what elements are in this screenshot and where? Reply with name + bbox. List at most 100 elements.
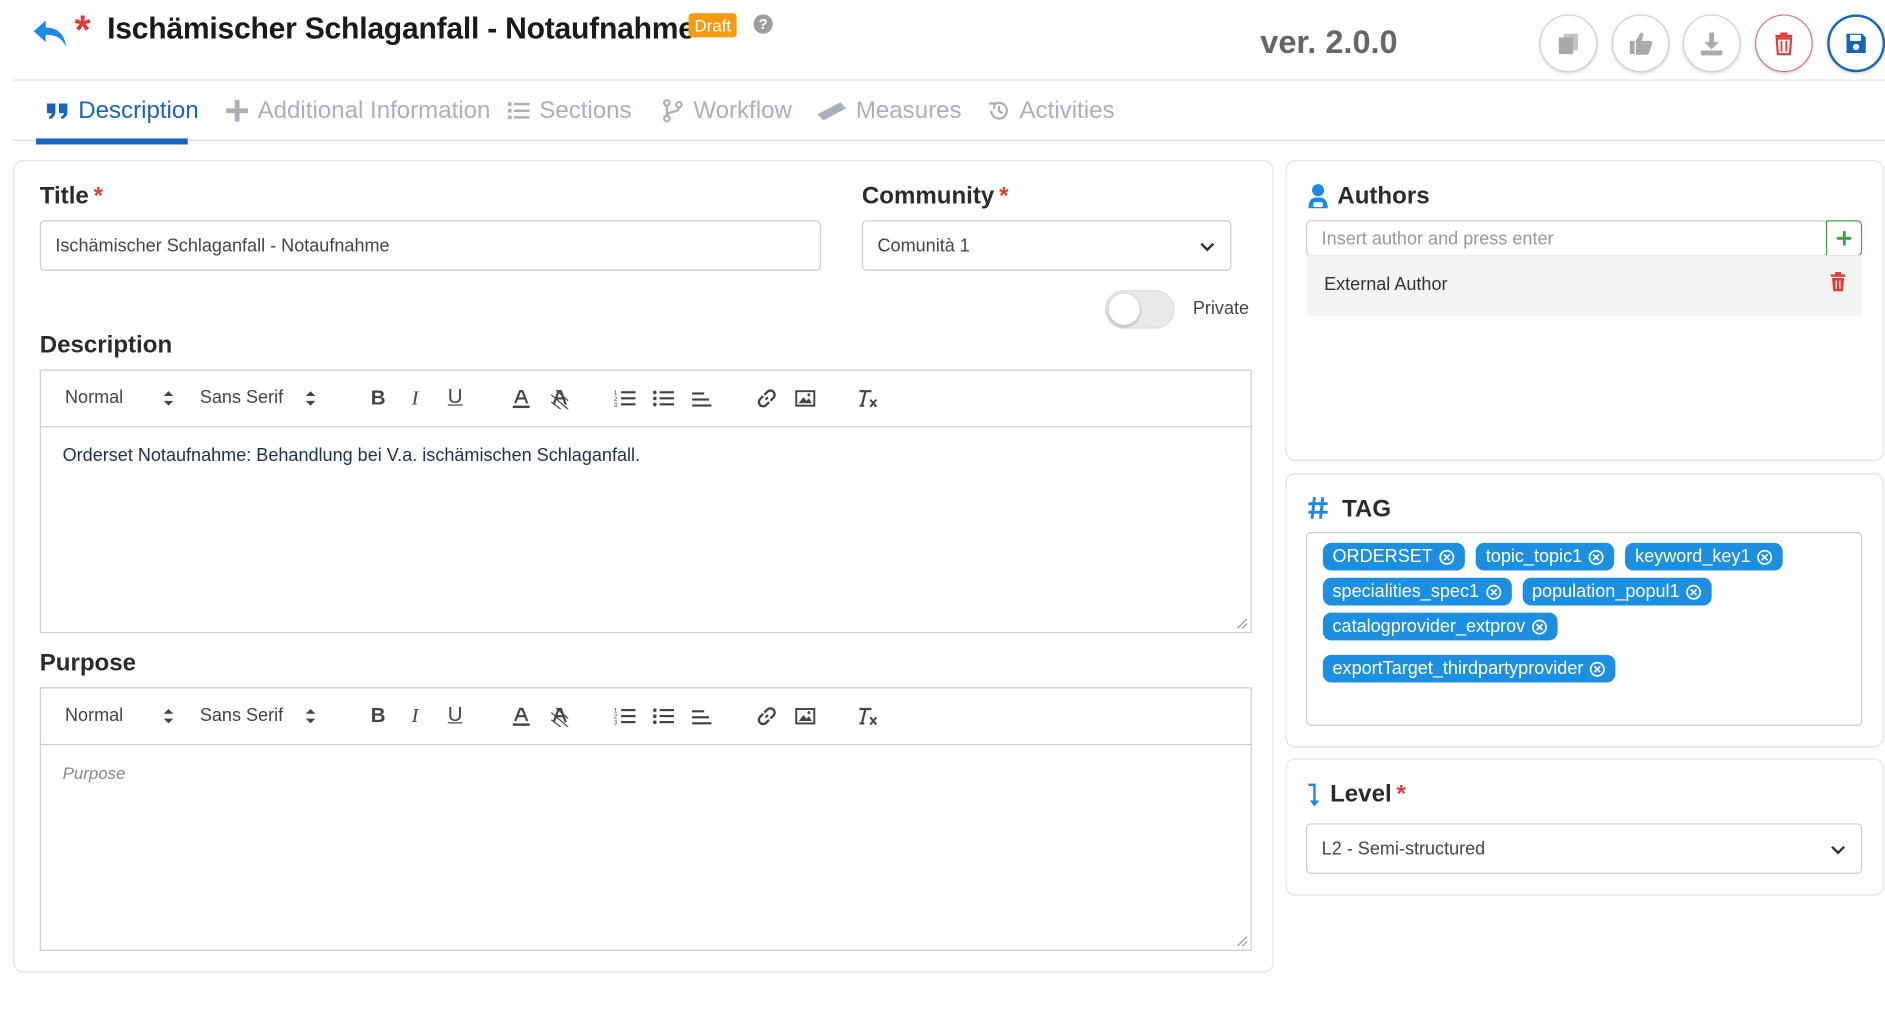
trash-icon[interactable]	[1830, 272, 1847, 292]
tab-measures[interactable]: Measures	[816, 94, 962, 128]
tag-chip[interactable]: keyword_key1	[1625, 542, 1784, 571]
bold-button[interactable]: B	[371, 386, 386, 410]
remove-circle-icon[interactable]	[1485, 583, 1502, 600]
clear-format-icon[interactable]	[857, 388, 879, 410]
tab-sections[interactable]: Sections	[507, 94, 632, 128]
community-select[interactable]: Comunità 1	[861, 220, 1232, 271]
tag-chip[interactable]: ORDERSET	[1322, 542, 1466, 571]
text-color-icon[interactable]	[510, 705, 532, 727]
tab-label: Workflow	[693, 96, 792, 124]
ordered-list-icon[interactable]: 123	[614, 705, 636, 727]
download-icon	[1700, 32, 1723, 56]
plus-icon	[1836, 231, 1852, 246]
ordered-list-icon[interactable]: 123	[614, 388, 636, 410]
tab-workflow[interactable]: Workflow	[661, 94, 792, 128]
resize-grip-icon[interactable]	[1236, 935, 1248, 947]
hashtag-icon	[1308, 496, 1328, 519]
tag-chip[interactable]: exportTarget_thirdpartyprovider	[1322, 654, 1616, 683]
font-select[interactable]: Sans Serif	[200, 388, 317, 408]
image-icon[interactable]	[794, 388, 816, 410]
tab-description[interactable]: Description	[46, 94, 199, 128]
required-asterisk: *	[1396, 781, 1406, 808]
sort-icon	[164, 708, 174, 723]
community-label: Community *	[861, 182, 1009, 210]
remove-circle-icon[interactable]	[1588, 548, 1605, 565]
description-editor[interactable]: Normal Sans Serif B I U 123 Orderset Not…	[39, 369, 1252, 634]
tag-label: TAG	[1342, 495, 1392, 523]
private-toggle[interactable]	[1104, 290, 1175, 329]
align-icon[interactable]	[691, 388, 713, 410]
link-icon[interactable]	[756, 388, 778, 410]
remove-circle-icon[interactable]	[1531, 618, 1548, 635]
font-label: Sans Serif	[199, 705, 284, 726]
user-icon	[1308, 184, 1328, 209]
plus-icon	[226, 99, 248, 122]
history-icon	[988, 101, 1008, 120]
tag-text: exportTarget_thirdpartyprovider	[1332, 658, 1584, 679]
underline-button[interactable]: U	[448, 703, 463, 727]
clear-format-icon[interactable]	[857, 705, 879, 727]
remove-circle-icon[interactable]	[1757, 548, 1774, 565]
branch-icon	[662, 99, 683, 123]
download-button[interactable]	[1682, 14, 1741, 73]
author-name: External Author	[1324, 274, 1448, 295]
title-input[interactable]: Ischämischer Schlaganfall - Notaufnahme	[39, 220, 821, 271]
sort-icon	[305, 708, 316, 723]
save-button[interactable]	[1827, 14, 1885, 73]
tag-text: population_popul1	[1532, 581, 1680, 602]
tab-additional-information[interactable]: Additional Information	[225, 94, 490, 128]
remove-circle-icon[interactable]	[1589, 660, 1606, 677]
remove-circle-icon[interactable]	[1439, 548, 1456, 565]
text-color-icon[interactable]	[510, 388, 532, 410]
tag-chip[interactable]: population_popul1	[1522, 577, 1713, 606]
approve-button[interactable]	[1611, 14, 1670, 73]
author-input[interactable]: Insert author and press enter	[1306, 220, 1828, 257]
font-select[interactable]: Sans Serif	[199, 705, 317, 726]
purpose-editor[interactable]: Normal Sans Serif B I U 123 Purpose	[39, 687, 1252, 951]
background-color-icon[interactable]	[549, 388, 571, 410]
bold-button[interactable]: B	[371, 704, 386, 728]
copy-button[interactable]	[1539, 14, 1598, 73]
add-author-button[interactable]	[1826, 220, 1863, 257]
align-icon[interactable]	[691, 705, 713, 727]
description-content[interactable]: Orderset Notaufnahme: Behandlung bei V.a…	[63, 445, 640, 465]
description-label: Description	[39, 332, 173, 359]
resize-grip-icon[interactable]	[1236, 617, 1248, 629]
tag-chip[interactable]: topic_topic1	[1476, 542, 1615, 571]
tab-label: Measures	[855, 96, 962, 124]
format-select[interactable]: Normal	[64, 705, 175, 726]
format-select[interactable]: Normal	[65, 388, 175, 408]
author-list-item: External Author	[1307, 255, 1863, 316]
background-color-icon[interactable]	[549, 705, 571, 728]
level-select[interactable]: L2 - Semi-structured	[1306, 823, 1863, 874]
svg-text:3: 3	[614, 403, 618, 409]
remove-circle-icon[interactable]	[1686, 583, 1703, 600]
image-icon[interactable]	[794, 705, 816, 727]
bullet-list-icon[interactable]	[652, 388, 675, 410]
thumbs-up-icon	[1629, 32, 1653, 55]
toggle-knob	[1108, 293, 1140, 325]
back-icon[interactable]	[31, 17, 70, 51]
tag-chip[interactable]: catalogprovider_extprov	[1322, 612, 1558, 641]
link-icon[interactable]	[756, 705, 778, 727]
underline-button[interactable]: U	[448, 385, 463, 409]
italic-button[interactable]: I	[412, 704, 419, 728]
delete-button[interactable]	[1754, 14, 1813, 73]
purpose-placeholder[interactable]: Purpose	[63, 763, 126, 782]
tab-activities[interactable]: Activities	[987, 94, 1115, 128]
level-down-icon	[1308, 783, 1320, 807]
sort-icon	[164, 390, 174, 406]
tag-text: topic_topic1	[1485, 546, 1583, 567]
font-label: Sans Serif	[199, 387, 284, 409]
tabs-divider	[12, 139, 1885, 141]
tag-chip[interactable]: specialities_spec1	[1322, 577, 1512, 606]
help-icon[interactable]: ?	[753, 14, 773, 34]
italic-button[interactable]: I	[412, 386, 419, 410]
bullet-list-icon[interactable]	[652, 705, 675, 727]
tag-text: specialities_spec1	[1332, 581, 1480, 602]
tab-label: Additional Information	[257, 96, 491, 124]
format-label: Normal	[64, 705, 124, 726]
required-asterisk-icon: *	[74, 7, 91, 53]
tab-label: Activities	[1019, 96, 1115, 124]
format-label: Normal	[64, 387, 124, 409]
